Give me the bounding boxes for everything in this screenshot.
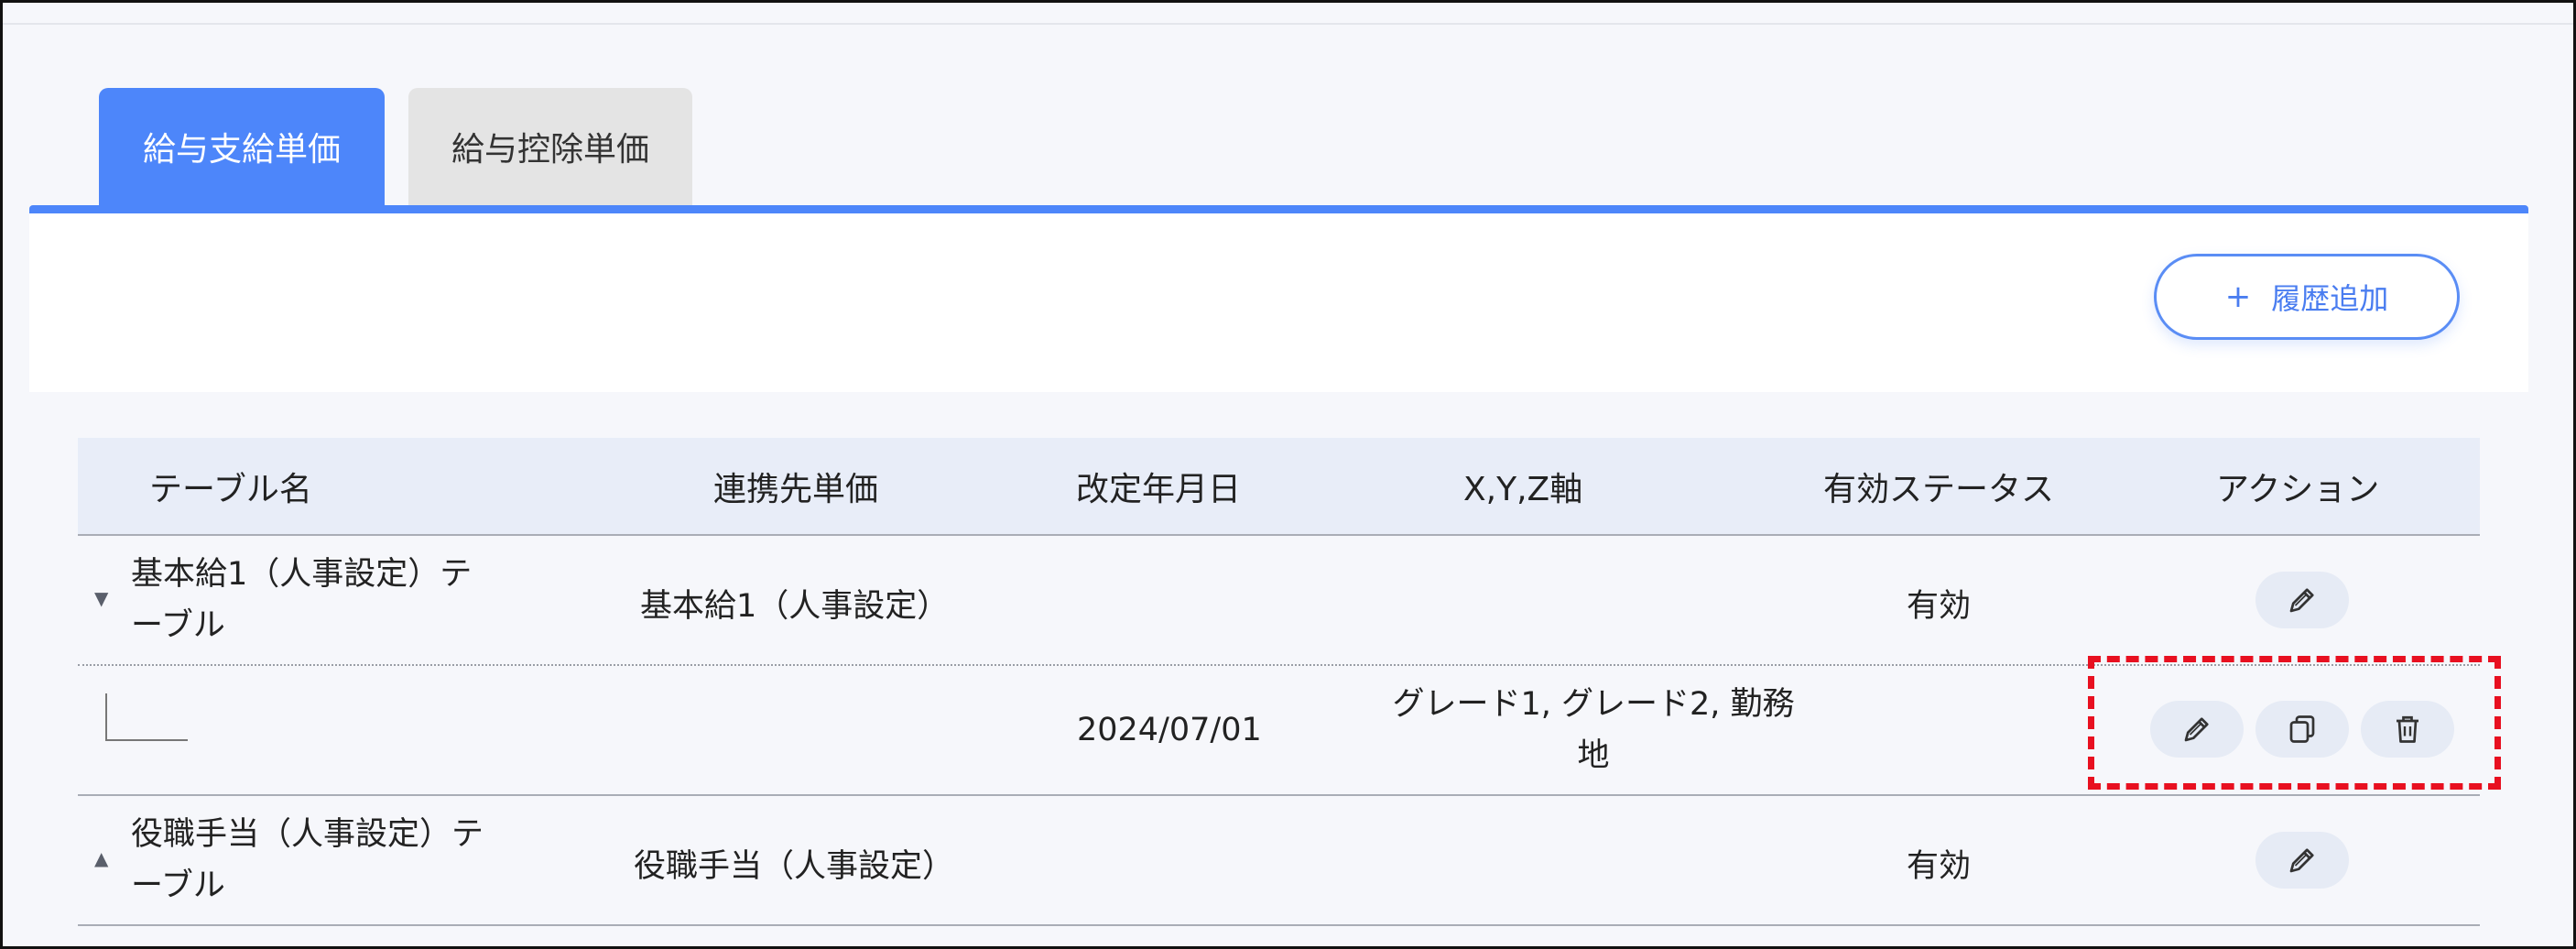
table-name-cell: 役職手当（人事設定）テ ーブル bbox=[131, 816, 484, 904]
pencil-icon bbox=[2289, 588, 2314, 613]
tab-label: 給与支給単価 bbox=[142, 131, 341, 169]
column-header-table-name: テーブル名 bbox=[149, 470, 312, 508]
add-history-button[interactable]: + 履歴追加 bbox=[2154, 254, 2460, 340]
tab-salary-payment-rate[interactable]: 給与支給単価 bbox=[99, 88, 385, 205]
axes-cell: グレード1, グレード2, 勤務 地 bbox=[1392, 686, 1795, 774]
tree-branch-line bbox=[105, 693, 188, 741]
edit-button[interactable] bbox=[2255, 572, 2349, 628]
plus-icon: + bbox=[2224, 278, 2252, 315]
caret-down-icon[interactable]: ▼ bbox=[94, 587, 108, 609]
linked-rate-cell: 役職手当（人事設定） bbox=[634, 848, 955, 885]
column-header-revision-date: 改定年月日 bbox=[1076, 470, 1242, 508]
revision-date-cell: 2024/07/01 bbox=[1077, 712, 1262, 748]
edit-button[interactable] bbox=[2255, 832, 2349, 889]
column-header-status: 有効ステータス bbox=[1823, 470, 2055, 508]
table-row: ▲ 役職手当（人事設定）テ ーブル 役職手当（人事設定） 有効 bbox=[78, 796, 2480, 926]
tab-salary-deduction-rate[interactable]: 給与控除単価 bbox=[408, 88, 692, 205]
tab-label: 給与控除単価 bbox=[451, 131, 649, 169]
column-header-actions: アクション bbox=[2216, 470, 2380, 508]
caret-up-icon[interactable]: ▲ bbox=[94, 847, 108, 869]
window-frame: 給与支給単価 給与控除単価 + 履歴追加 テーブル名 連携先単価 改定年月日 X… bbox=[0, 0, 2576, 949]
column-header-axes: X,Y,Z軸 bbox=[1463, 470, 1583, 508]
table-name-cell: 基本給1（人事設定）テ ーブル bbox=[131, 556, 473, 644]
top-divider bbox=[3, 23, 2573, 25]
status-cell: 有効 bbox=[1907, 588, 1972, 625]
table-row: ▼ 基本給1（人事設定）テ ーブル 基本給1（人事設定） 有効 bbox=[78, 536, 2480, 666]
toolbar: + 履歴追加 bbox=[29, 213, 2528, 392]
linked-rate-cell: 基本給1（人事設定） bbox=[640, 588, 950, 625]
status-cell: 有効 bbox=[1907, 848, 1972, 885]
column-header-linked-rate: 連携先単価 bbox=[713, 470, 879, 508]
highlight-dashed-box bbox=[2088, 656, 2501, 790]
pencil-icon bbox=[2289, 848, 2314, 873]
add-history-label: 履歴追加 bbox=[2271, 281, 2389, 316]
table-header: テーブル名 連携先単価 改定年月日 X,Y,Z軸 有効ステータス アクション bbox=[78, 438, 2480, 536]
tab-underline bbox=[29, 205, 2528, 213]
